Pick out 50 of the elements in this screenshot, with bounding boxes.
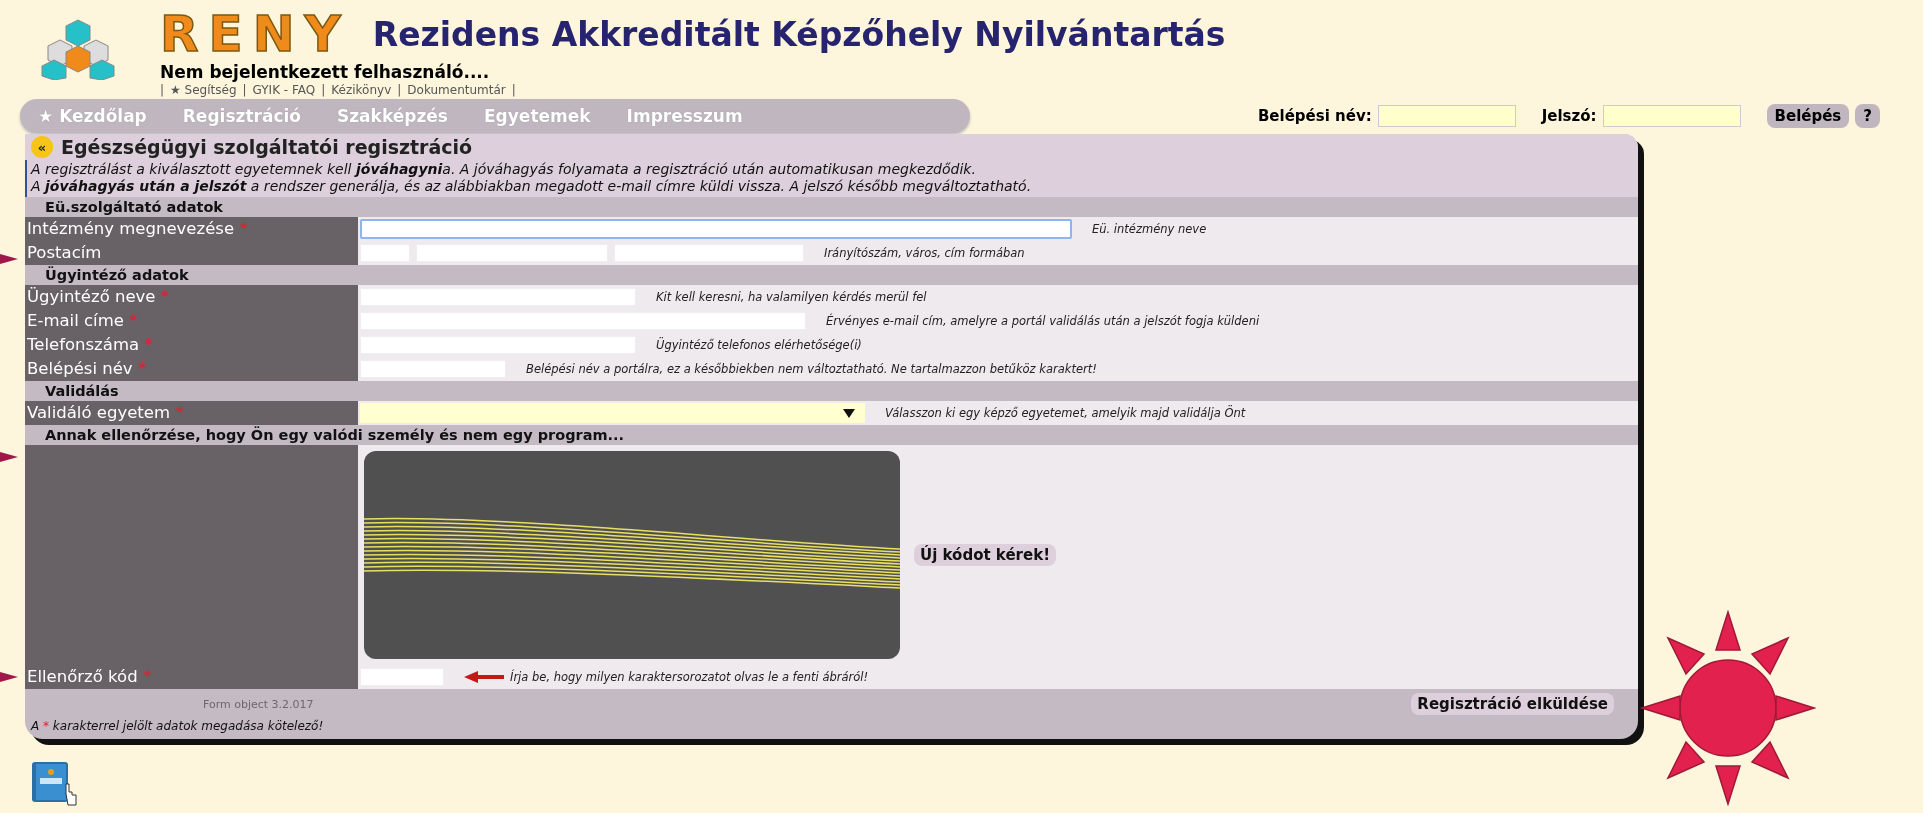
required-note: A * karakterrel jelölt adatok megadása kötelező! bbox=[29, 719, 325, 735]
field-hint: Válasszon ki egy képző egyetemet, amelyik majd validálja Önt bbox=[885, 406, 1246, 420]
field-hint: Irányítószám, város, cím formában bbox=[824, 246, 1025, 260]
help-link[interactable]: Dokumentumtár bbox=[407, 83, 506, 97]
version-label: Form object 3.2.017 bbox=[203, 697, 314, 711]
separator: | bbox=[397, 83, 402, 97]
help-link[interactable]: ★ Segítség bbox=[170, 83, 237, 97]
dropdown-arrow-icon bbox=[843, 408, 855, 418]
field-label: Telefonszáma * bbox=[25, 333, 358, 357]
pointer-icon bbox=[0, 452, 18, 462]
field-label: Belépési név * bbox=[25, 357, 358, 381]
field-hint: Ügyintéző telefonos elérhetősége(i) bbox=[656, 338, 862, 352]
field-label: Postacím bbox=[25, 241, 358, 265]
field-hint: Írja be, hogy milyen karaktersorozatot olvas le a fenti ábráról! bbox=[510, 670, 869, 684]
password-label: Jelszó: bbox=[1541, 107, 1597, 125]
field-label: Ellenőrző kód * bbox=[25, 665, 358, 689]
site-title: Rezidens Akkreditált Képzőhely Nyilvántartás bbox=[372, 14, 1226, 54]
login-button[interactable]: Belépés bbox=[1766, 104, 1850, 128]
field-label: Ügyintéző neve * bbox=[25, 285, 358, 309]
logo-text: RENY bbox=[160, 12, 351, 56]
intro-text: A regisztrálást a kiválasztott egyetemnek kell jóváhagynia. A jóváhagyás folyamata a regisztráció után automatikusan megkezdődik. bbox=[31, 161, 977, 178]
field-label: Intézmény megnevezése * bbox=[25, 217, 358, 241]
form-title: Egészségügyi szolgáltatói regisztráció bbox=[61, 136, 473, 158]
arrow-icon bbox=[464, 671, 504, 683]
pointer-icon bbox=[0, 254, 18, 264]
sun-icon bbox=[1640, 610, 1816, 806]
field-label: E-mail címe * bbox=[25, 309, 358, 333]
intro-text: A jóváhagyás után a jelszót a rendszer generálja, és az alábbiakban megadott e-mail címre küldi vissza. A jelszó később megváltoztatható. bbox=[31, 178, 1033, 195]
help-button[interactable]: ? bbox=[1855, 104, 1880, 128]
username-field[interactable] bbox=[1377, 105, 1516, 127]
help-link[interactable]: Kézikönyv bbox=[331, 83, 392, 97]
username-label: Belépési név: bbox=[1257, 107, 1372, 125]
separator: | bbox=[160, 83, 165, 97]
university-select[interactable] bbox=[360, 403, 865, 423]
text-field[interactable] bbox=[360, 219, 1072, 239]
field-hint: Érvényes e-mail cím, amelyre a portál validálás után a jelszót fogja küldeni bbox=[826, 314, 1260, 328]
help-link[interactable]: GYIK - FAQ bbox=[252, 83, 316, 97]
field-label: Validáló egyetem * bbox=[25, 401, 358, 425]
separator: | bbox=[242, 83, 247, 97]
password-field[interactable] bbox=[1602, 105, 1741, 127]
field-hint: Eü. intézmény neve bbox=[1092, 222, 1207, 236]
field-hint: Kit kell keresni, ha valamilyen kérdés merül fel bbox=[656, 290, 927, 304]
separator: | bbox=[511, 83, 516, 97]
separator: | bbox=[321, 83, 326, 97]
submit-button[interactable]: Regisztráció elküldése bbox=[1411, 693, 1614, 715]
collapse-button[interactable]: « bbox=[31, 136, 53, 158]
field-hint: Belépési név a portálra, ez a későbbiekben nem változtatható. Ne tartalmazzon betűköz karaktert! bbox=[526, 362, 1097, 376]
login-status: Nem bejelentkezett felhasználó.... bbox=[160, 62, 491, 82]
pointer-icon bbox=[0, 672, 18, 682]
new-code-button[interactable]: Új kódot kérek! bbox=[914, 544, 1056, 566]
